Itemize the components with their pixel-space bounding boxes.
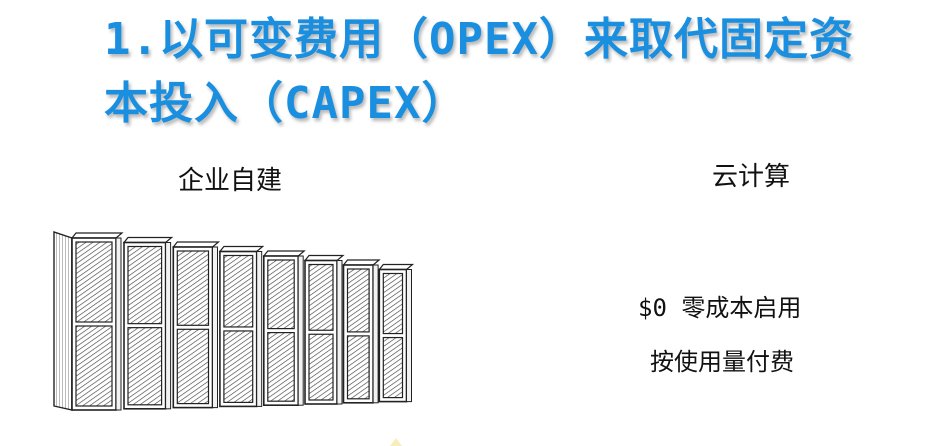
server-rack-icon bbox=[53, 231, 415, 411]
title-line-2: 本投入（CAPEX） bbox=[104, 78, 467, 129]
cloud-computing-label: 云计算 bbox=[712, 162, 791, 192]
server-rack bbox=[378, 263, 415, 403]
server-rack bbox=[172, 241, 221, 409]
server-rack bbox=[303, 254, 345, 405]
server-rack bbox=[342, 259, 381, 404]
server-rack bbox=[262, 250, 306, 406]
server-rack bbox=[218, 245, 265, 408]
slide: 1.以可变费用（OPEX）来取代固定资 本投入（CAPEX） 企业自建 云计算 … bbox=[0, 0, 930, 446]
cloud-feature-zero-cost: $0 零成本启用 bbox=[638, 294, 802, 322]
decorative-mark bbox=[390, 438, 402, 446]
on-premises-label: 企业自建 bbox=[178, 166, 283, 196]
title-line-1: 1.以可变费用（OPEX）来取代固定资 bbox=[104, 14, 854, 65]
server-racks bbox=[53, 231, 415, 411]
cloud-feature-pay-per-use: 按使用量付费 bbox=[650, 348, 794, 376]
slide-title: 1.以可变费用（OPEX）来取代固定资 本投入（CAPEX） bbox=[104, 8, 914, 136]
server-rack bbox=[122, 236, 174, 410]
server-rack bbox=[53, 231, 124, 411]
